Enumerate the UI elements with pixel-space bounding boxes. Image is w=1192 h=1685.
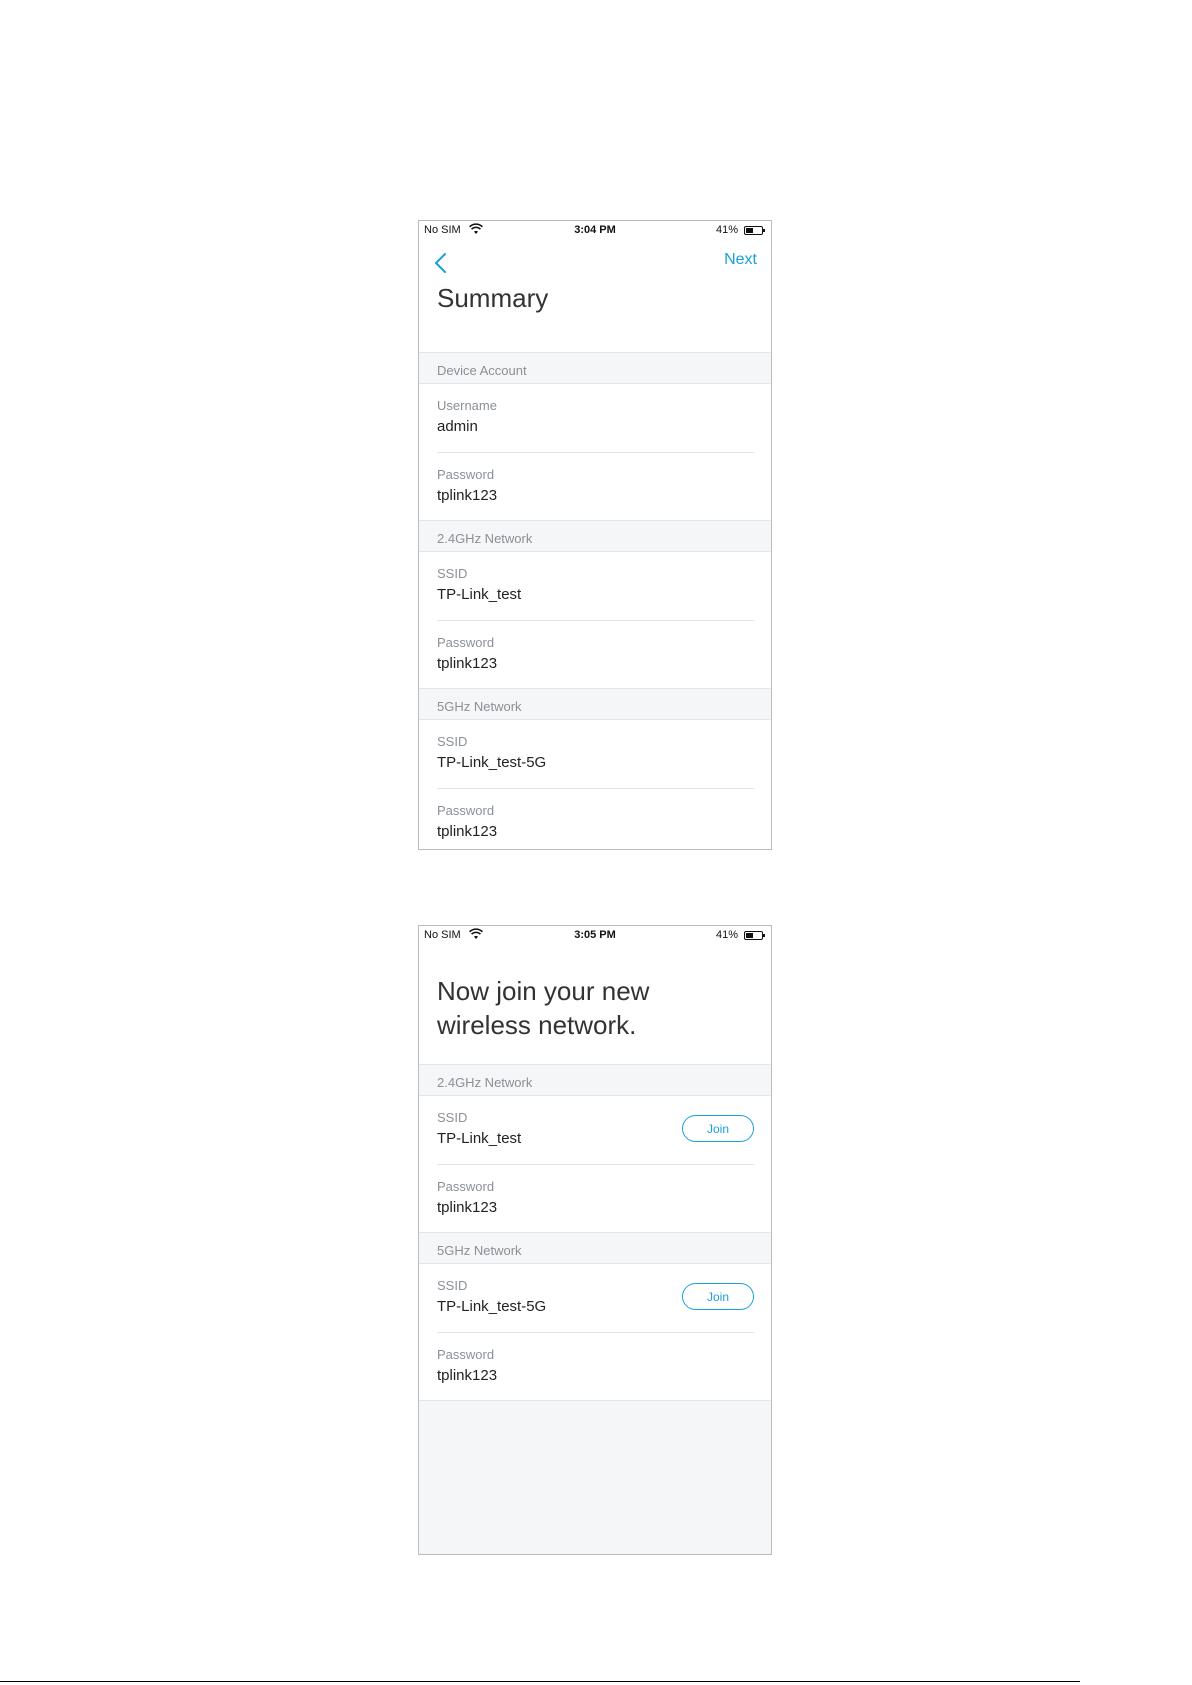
field-label: Username [437, 398, 497, 413]
field-label: SSID [437, 566, 468, 581]
password-field: Password tplink123 [437, 1332, 754, 1400]
section-body: SSID TP-Link_test-5G Join Password tplin… [419, 1264, 771, 1401]
field-value: tplink123 [437, 487, 498, 504]
join-24ghz-button[interactable]: Join [682, 1115, 754, 1142]
page-title-line-2: wireless network. [437, 1010, 637, 1040]
field-value: admin [437, 418, 478, 435]
status-bar: No SIM 3:05 PM 41% [419, 926, 771, 946]
ssid-field: SSID TP-Link_test-5G [437, 720, 754, 788]
join-network-screen: No SIM 3:05 PM 41% Now join your new wir… [418, 925, 772, 1555]
nav-bar: Next [419, 241, 771, 281]
ssid-field: SSID TP-Link_test Join [437, 1096, 754, 1164]
section-header: 5GHz Network [419, 1233, 771, 1264]
section-header: 5GHz Network [419, 689, 771, 720]
field-label: SSID [437, 1278, 468, 1293]
field-label: Password [437, 803, 495, 818]
device-account-section: Device Account Username admin Password t… [419, 353, 771, 521]
field-label: Password [437, 1347, 495, 1362]
page-title: Now join your new wireless network. [419, 946, 771, 1065]
page-footer-rule [0, 1681, 1080, 1682]
field-label: Password [437, 467, 495, 482]
field-value: TP-Link_test [437, 586, 522, 603]
section-header: Device Account [419, 353, 771, 384]
page-title-line-1: Now join your new [437, 976, 650, 1006]
section-body: SSID TP-Link_test Password tplink123 [419, 552, 771, 689]
network-24ghz-section: 2.4GHz Network SSID TP-Link_test Passwor… [419, 521, 771, 689]
field-value: tplink123 [437, 1199, 498, 1216]
field-label: SSID [437, 1110, 468, 1125]
ssid-field: SSID TP-Link_test-5G Join [437, 1264, 754, 1332]
field-value: TP-Link_test [437, 1130, 522, 1147]
page-title: Summary [419, 281, 771, 353]
section-header: 2.4GHz Network [419, 1065, 771, 1096]
next-button[interactable]: Next [724, 251, 757, 269]
ssid-field: SSID TP-Link_test [437, 552, 754, 620]
username-field: Username admin [437, 384, 754, 452]
battery-percent: 41% [715, 224, 738, 236]
password-field: Password tplink123 [437, 452, 754, 520]
network-24ghz-section: 2.4GHz Network SSID TP-Link_test Join Pa… [419, 1065, 771, 1233]
field-value: tplink123 [437, 823, 498, 840]
field-value: tplink123 [437, 655, 498, 672]
password-field: Password tplink123 [437, 1164, 754, 1232]
section-body: SSID TP-Link_test Join Password tplink12… [419, 1096, 771, 1233]
field-value: TP-Link_test-5G [437, 1298, 547, 1315]
section-header: 2.4GHz Network [419, 521, 771, 552]
battery-percent: 41% [715, 929, 738, 941]
status-bar: No SIM 3:04 PM 41% [419, 221, 771, 241]
field-label: SSID [437, 734, 468, 749]
network-5ghz-section: 5GHz Network SSID TP-Link_test-5G Join P… [419, 1233, 771, 1401]
back-chevron-icon[interactable] [431, 251, 455, 275]
section-body: Username admin Password tplink123 [419, 384, 771, 521]
field-label: Password [437, 1179, 495, 1194]
field-value: tplink123 [437, 1367, 498, 1384]
password-field: Password tplink123 [437, 620, 754, 688]
battery-icon [744, 226, 765, 235]
field-label: Password [437, 635, 495, 650]
network-5ghz-section: 5GHz Network SSID TP-Link_test-5G Passwo… [419, 689, 771, 849]
password-field: Password tplink123 [437, 788, 754, 849]
field-value: TP-Link_test-5G [437, 754, 547, 771]
section-body: SSID TP-Link_test-5G Password tplink123 [419, 720, 771, 849]
battery-icon [744, 931, 765, 940]
join-5ghz-button[interactable]: Join [682, 1283, 754, 1310]
summary-screen: No SIM 3:04 PM 41% Next Summary Device A… [418, 220, 772, 850]
